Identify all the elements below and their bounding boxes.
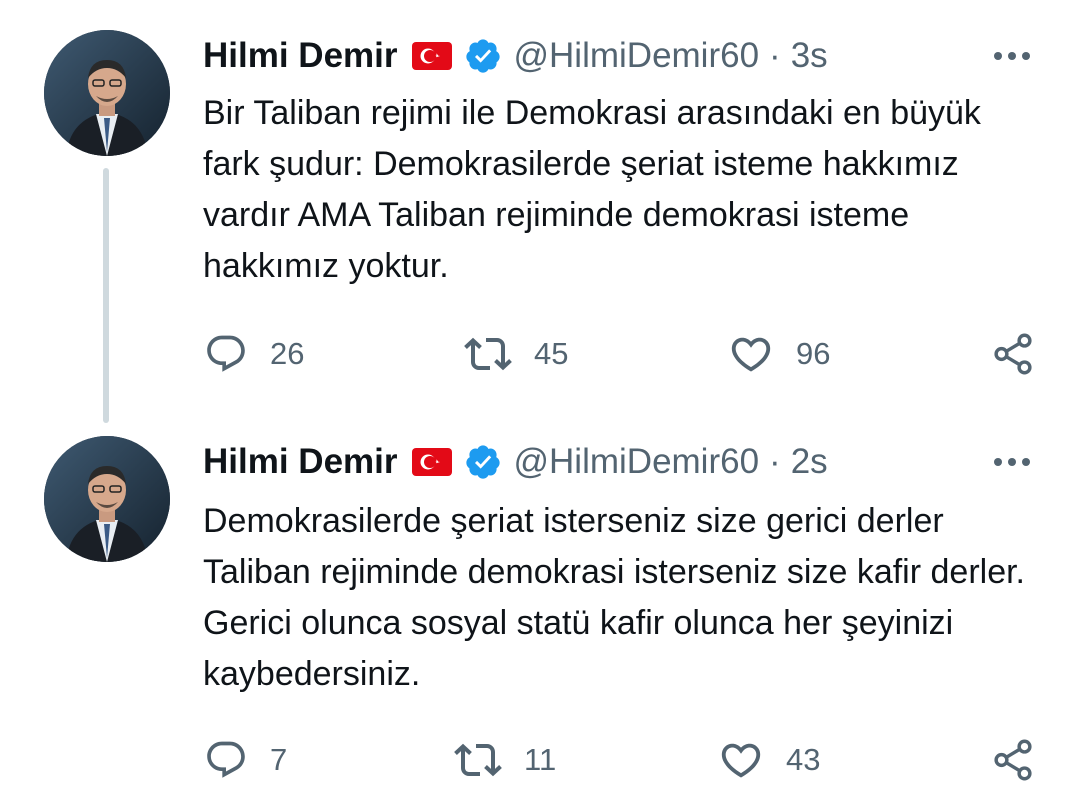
more-horizontal-icon <box>994 458 1030 466</box>
separator-dot: · <box>769 36 781 75</box>
thread-connector-line <box>103 168 109 423</box>
like-button[interactable]: 96 <box>728 330 830 378</box>
avatar[interactable] <box>44 436 170 562</box>
reply-button[interactable]: 26 <box>204 330 304 378</box>
verified-badge-icon <box>464 443 502 481</box>
share-button[interactable] <box>990 736 1036 784</box>
more-horizontal-icon <box>994 52 1030 60</box>
like-count: 43 <box>786 742 821 777</box>
tweet-header: Hilmi Demir @HilmiDemir60 · 3s <box>203 32 828 80</box>
reply-count: 26 <box>270 336 305 371</box>
retweet-icon <box>464 337 512 371</box>
share-icon <box>994 333 1032 375</box>
turkey-flag-icon <box>411 448 452 476</box>
reply-count: 7 <box>270 742 288 777</box>
heart-icon <box>731 337 771 372</box>
retweet-count: 45 <box>534 336 569 371</box>
more-options-button[interactable] <box>988 32 1036 80</box>
like-count: 96 <box>796 336 831 371</box>
tweet-text: Demokrasilerde şeriat isterseniz size ge… <box>203 502 1025 693</box>
author-handle[interactable]: @HilmiDemir60 <box>514 36 760 76</box>
retweet-icon <box>454 743 502 777</box>
share-icon <box>994 739 1032 781</box>
reply-icon <box>207 335 245 372</box>
verified-badge-icon <box>464 37 502 75</box>
separator-dot: · <box>769 442 781 481</box>
retweet-button[interactable]: 11 <box>454 736 556 784</box>
share-button[interactable] <box>990 330 1036 378</box>
timestamp[interactable]: 2s <box>791 442 828 482</box>
retweet-count: 11 <box>524 742 557 777</box>
like-button[interactable]: 43 <box>718 736 820 784</box>
turkey-flag-icon <box>411 42 452 70</box>
timestamp[interactable]: 3s <box>791 36 828 76</box>
author-name[interactable]: Hilmi Demir <box>203 442 398 482</box>
retweet-button[interactable]: 45 <box>464 330 568 378</box>
avatar-photo <box>44 436 170 562</box>
tweet-2[interactable]: Hilmi Demir @HilmiDemir60 · 2s Demokrasi… <box>0 430 1080 800</box>
author-name[interactable]: Hilmi Demir <box>203 36 398 76</box>
avatar-photo <box>44 30 170 156</box>
reply-button[interactable]: 7 <box>204 736 287 784</box>
tweet-header: Hilmi Demir @HilmiDemir60 · 2s <box>203 438 828 486</box>
tweet-text: Bir Taliban rejimi ile Demokrasi arasınd… <box>203 94 981 285</box>
reply-icon <box>207 741 245 778</box>
author-handle[interactable]: @HilmiDemir60 <box>514 442 760 482</box>
avatar[interactable] <box>44 30 170 156</box>
heart-icon <box>721 743 761 778</box>
more-options-button[interactable] <box>988 438 1036 486</box>
tweet-1[interactable]: Hilmi Demir @HilmiDemir60 · 3s Bir Talib… <box>0 0 1080 430</box>
